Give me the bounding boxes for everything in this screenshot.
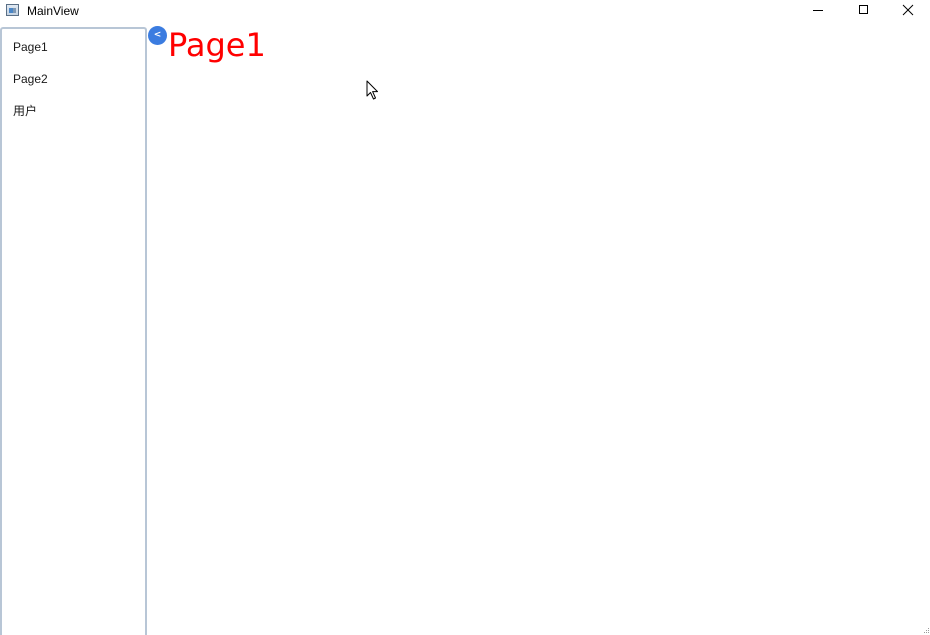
mouse-cursor-icon: [366, 80, 378, 100]
minimize-button[interactable]: [795, 0, 841, 22]
window-title: MainView: [27, 4, 79, 18]
main-window: MainView Page1 Page2 用户 < Page1: [0, 0, 930, 635]
sidebar: Page1 Page2 用户: [0, 27, 147, 635]
maximize-button[interactable]: [841, 0, 887, 22]
app-window-icon: [6, 4, 19, 16]
sidebar-item-users[interactable]: 用户: [13, 103, 37, 119]
maximize-icon: [859, 5, 868, 14]
minimize-icon: [813, 10, 823, 11]
sidebar-collapse-button[interactable]: <: [148, 26, 167, 45]
sidebar-item-page2[interactable]: Page2: [13, 71, 48, 87]
close-button[interactable]: [886, 0, 930, 22]
resize-grip-icon[interactable]: [922, 626, 930, 634]
close-icon: [902, 4, 914, 16]
title-bar[interactable]: MainView: [0, 0, 930, 22]
page-title: Page1: [168, 26, 266, 64]
sidebar-item-page1[interactable]: Page1: [13, 39, 48, 55]
